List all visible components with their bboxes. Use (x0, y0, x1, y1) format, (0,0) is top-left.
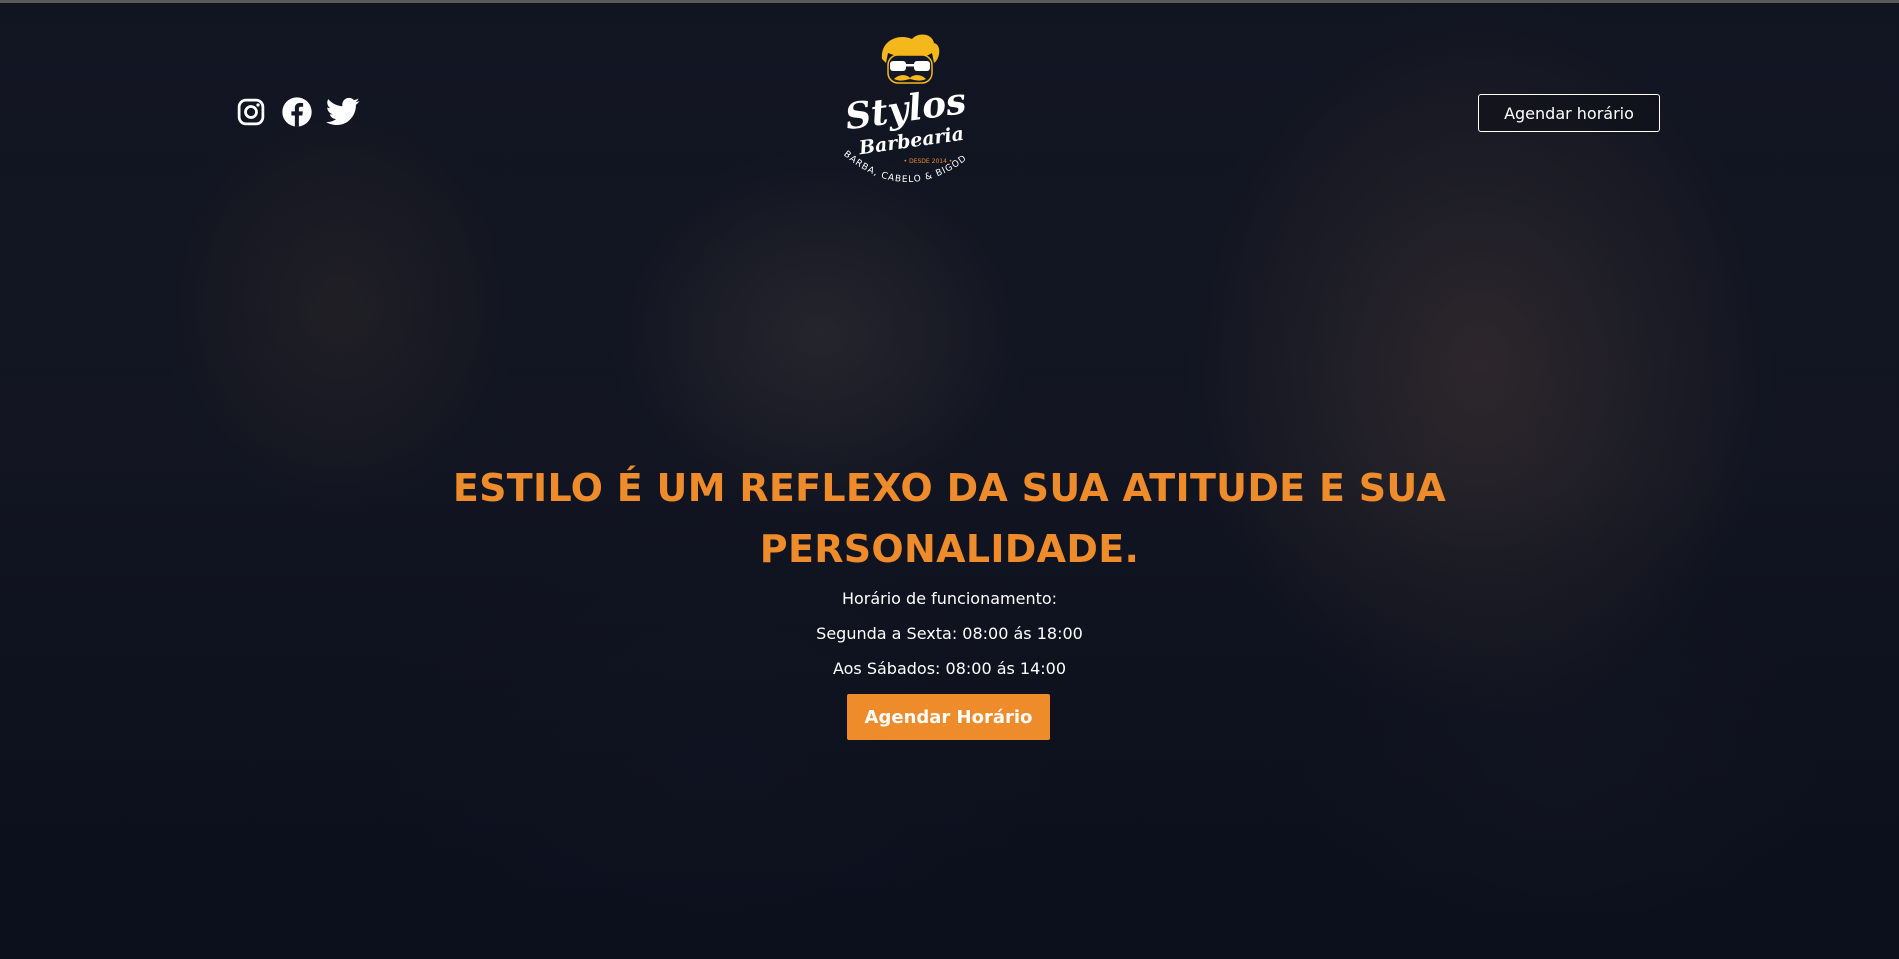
hours-saturday: Aos Sábados: 08:00 ás 14:00 (832, 659, 1067, 678)
hours-weekdays: Segunda a Sexta: 08:00 ás 18:00 (816, 624, 1083, 643)
brand-logo[interactable]: Stylos Barbearia • DESDE 2014 • BARBA, C… (829, 22, 982, 194)
twitter-icon (326, 97, 360, 126)
hero-section: Stylos Barbearia • DESDE 2014 • BARBA, C… (0, 0, 1899, 959)
social-links (234, 95, 360, 129)
instagram-link[interactable] (234, 95, 268, 129)
facebook-icon (282, 97, 312, 127)
opening-hours: Horário de funcionamento: Segunda a Sext… (0, 581, 1899, 686)
instagram-icon (237, 98, 265, 126)
twitter-link[interactable] (326, 95, 360, 129)
svg-text:• DESDE 2014 •: • DESDE 2014 • (904, 158, 953, 165)
hero-headline: ESTILO É UM REFLEXO DA SUA ATITUDE E SUA… (452, 466, 1447, 571)
barbershop-logo-icon: Stylos Barbearia • DESDE 2014 • BARBA, C… (829, 22, 969, 185)
facebook-link[interactable] (280, 95, 314, 129)
header-schedule-button[interactable]: Agendar horário (1478, 94, 1660, 132)
hero-schedule-button[interactable]: Agendar Horário (847, 694, 1050, 740)
hours-title: Horário de funcionamento: (841, 589, 1058, 608)
